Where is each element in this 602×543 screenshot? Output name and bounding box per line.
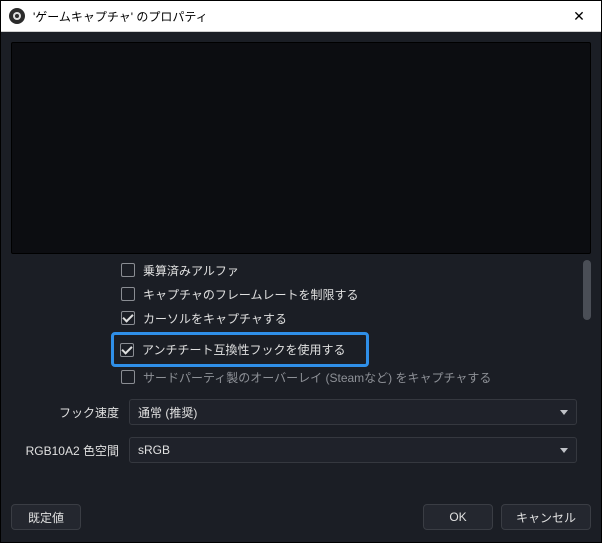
checkbox-box <box>120 343 134 357</box>
select-value: sRGB <box>138 443 554 457</box>
checkbox-overlays[interactable]: サードパーティ製のオーバーレイ (Steamなど) をキャプチャする <box>121 365 577 389</box>
checkbox-box <box>121 287 135 301</box>
checkbox-label: アンチチート互換性フックを使用する <box>142 341 346 358</box>
checkbox-premul-alpha[interactable]: 乗算済みアルファ <box>121 260 577 282</box>
color-space-select[interactable]: sRGB <box>129 437 577 463</box>
checkbox-label: カーソルをキャプチャする <box>143 310 287 327</box>
select-value: 通常 (推奨) <box>138 404 554 421</box>
checkbox-label: 乗算済みアルファ <box>143 262 239 279</box>
field-label: RGB10A2 色空間 <box>11 442 129 459</box>
field-hook-speed: フック速度 通常 (推奨) <box>11 397 577 427</box>
dialog-footer: 既定値 OK キャンセル <box>1 496 601 542</box>
checkbox-capture-cursor[interactable]: カーソルをキャプチャする <box>121 306 577 330</box>
cancel-button[interactable]: キャンセル <box>501 504 591 530</box>
preview-area <box>11 42 591 254</box>
titlebar: 'ゲームキャプチャ' のプロパティ ✕ <box>1 1 601 32</box>
scrollbar-thumb[interactable] <box>583 260 591 320</box>
checkbox-limit-fps[interactable]: キャプチャのフレームレートを制限する <box>121 282 577 306</box>
vertical-scrollbar[interactable] <box>583 260 591 488</box>
checkbox-box <box>121 263 135 277</box>
field-color-space: RGB10A2 色空間 sRGB <box>11 435 577 465</box>
checkbox-label: サードパーティ製のオーバーレイ (Steamなど) をキャプチャする <box>143 369 491 386</box>
properties-dialog: 'ゲームキャプチャ' のプロパティ ✕ 乗算済みアルファ キャプチャのフレームレ… <box>0 0 602 543</box>
form-area: 乗算済みアルファ キャプチャのフレームレートを制限する カーソルをキャプチャする… <box>11 260 591 488</box>
checkbox-box <box>121 311 135 325</box>
chevron-down-icon <box>560 448 568 453</box>
ok-button[interactable]: OK <box>423 504 493 530</box>
app-icon <box>9 8 25 24</box>
close-button[interactable]: ✕ <box>565 8 593 25</box>
checkbox-box <box>121 370 135 384</box>
field-label: フック速度 <box>11 404 129 421</box>
hook-speed-select[interactable]: 通常 (推奨) <box>129 399 577 425</box>
window-title: 'ゲームキャプチャ' のプロパティ <box>33 8 565 25</box>
highlighted-option: アンチチート互換性フックを使用する <box>111 332 369 367</box>
chevron-down-icon <box>560 410 568 415</box>
checkbox-anticheat[interactable]: アンチチート互換性フックを使用する <box>120 341 346 358</box>
checkbox-label: キャプチャのフレームレートを制限する <box>143 286 359 303</box>
dialog-body: 乗算済みアルファ キャプチャのフレームレートを制限する カーソルをキャプチャする… <box>1 32 601 496</box>
defaults-button[interactable]: 既定値 <box>11 504 81 530</box>
